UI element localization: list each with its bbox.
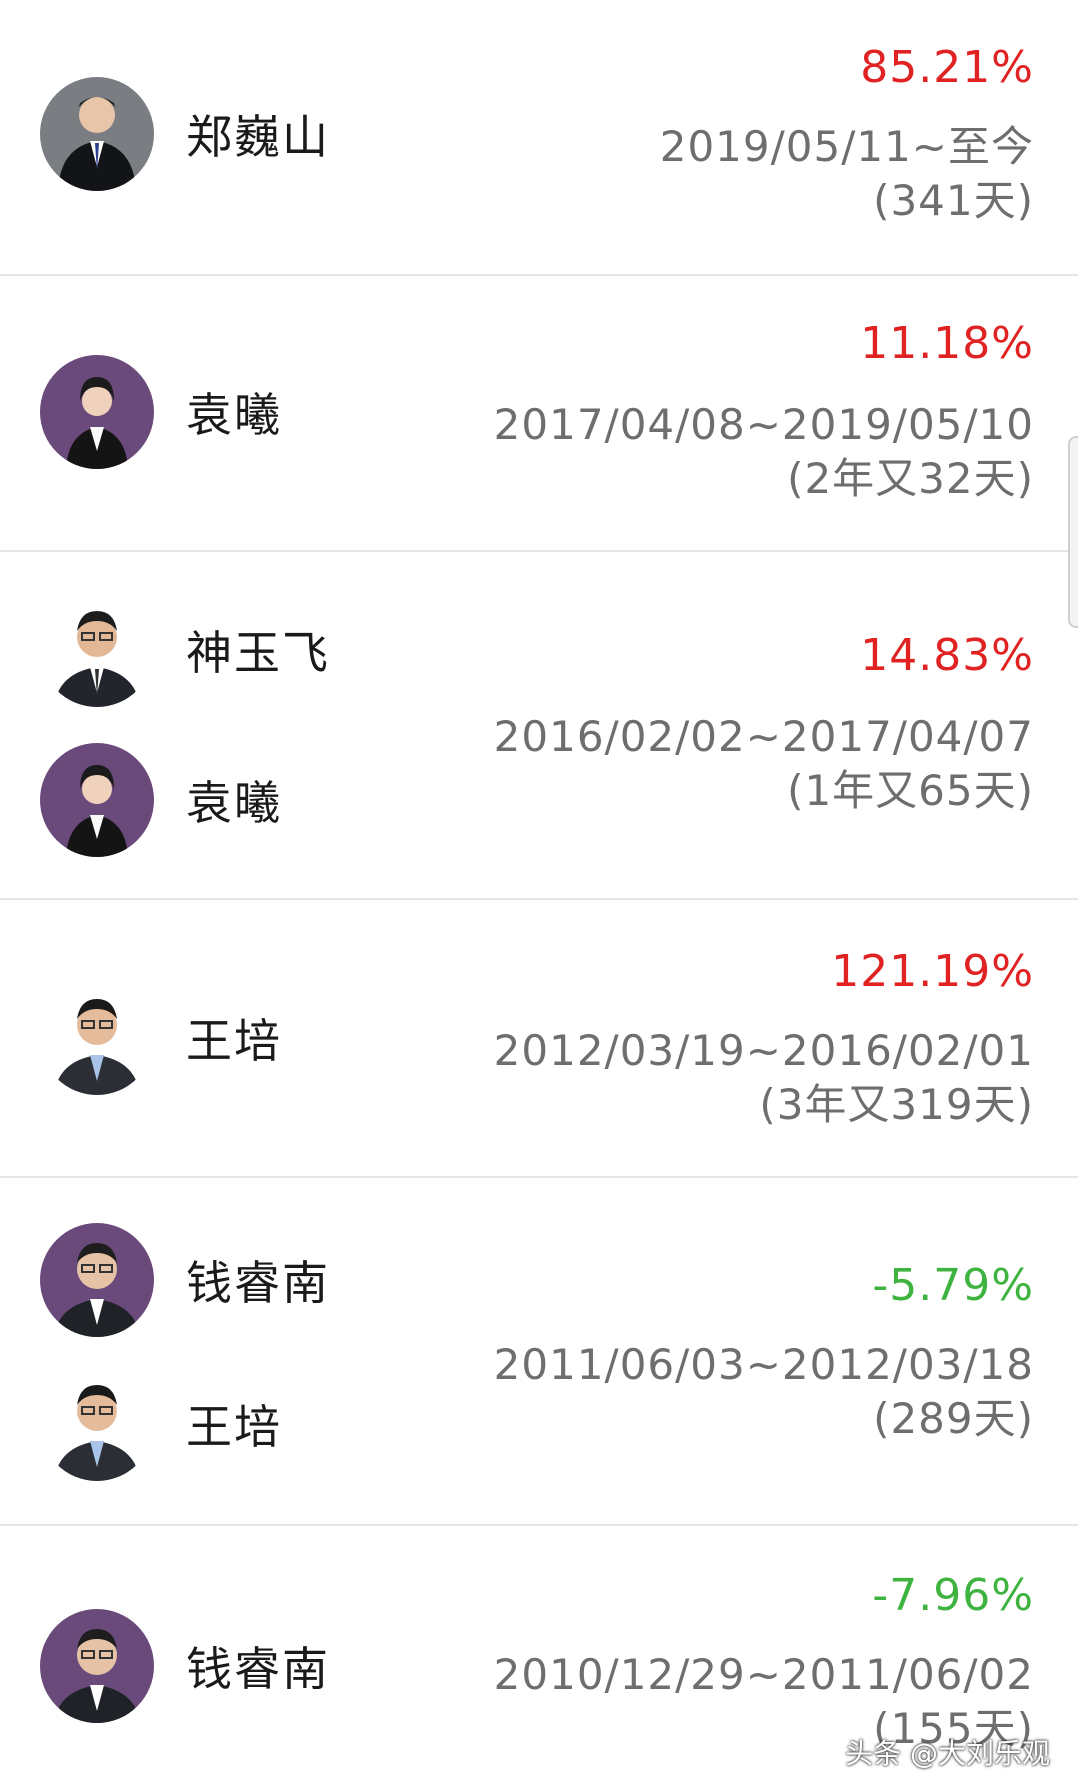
avatar bbox=[40, 355, 154, 469]
manager-entry: 王培 bbox=[40, 980, 282, 1096]
avatar bbox=[40, 1609, 154, 1723]
avatar bbox=[40, 743, 154, 857]
return-value: -5.79% bbox=[872, 1260, 1034, 1311]
manager-name: 王培 bbox=[186, 1014, 282, 1068]
avatar bbox=[40, 593, 154, 707]
duration: (341天) bbox=[873, 176, 1034, 225]
list-item[interactable]: 郑巍山 85.21% 2019/05/11~至今 (341天) bbox=[0, 0, 1078, 276]
manager-name: 钱睿南 bbox=[186, 1256, 330, 1310]
tenure-period: 2012/03/19~2016/02/01 (3年又319天) bbox=[494, 1024, 1034, 1132]
list-item[interactable]: 神玉飞 袁曦 14.83% 2016/02/02~2017/04/07 (1年又… bbox=[0, 552, 1078, 900]
return-value: 85.21% bbox=[860, 42, 1034, 93]
date-range: 2016/02/02~2017/04/07 bbox=[493, 712, 1034, 761]
manager-history-list: 郑巍山 85.21% 2019/05/11~至今 (341天) 袁曦 11.18… bbox=[0, 0, 1078, 1790]
tenure-period: 2019/05/11~至今 (341天) bbox=[660, 120, 1034, 228]
date-range: 2017/04/08~2019/05/10 bbox=[493, 400, 1034, 449]
manager-name: 王培 bbox=[186, 1400, 282, 1454]
avatar bbox=[40, 1367, 154, 1481]
return-value: 121.19% bbox=[831, 946, 1034, 997]
manager-name: 钱睿南 bbox=[186, 1642, 330, 1696]
manager-entry: 王培 bbox=[40, 1366, 282, 1482]
avatar bbox=[40, 77, 154, 191]
manager-name: 袁曦 bbox=[186, 388, 282, 442]
date-range: 2019/05/11~至今 bbox=[659, 122, 1034, 171]
duration: (1年又65天) bbox=[787, 766, 1034, 815]
list-item[interactable]: 袁曦 11.18% 2017/04/08~2019/05/10 (2年又32天) bbox=[0, 276, 1078, 552]
manager-entry: 袁曦 bbox=[40, 742, 282, 858]
duration: (2年又32天) bbox=[787, 454, 1034, 503]
return-value: 14.83% bbox=[860, 630, 1034, 681]
date-range: 2011/06/03~2012/03/18 bbox=[493, 1340, 1034, 1389]
return-value: -7.96% bbox=[872, 1570, 1034, 1621]
list-item[interactable]: 钱睿南 王培 -5.79% 2011/06/03~2012/03/18 (289… bbox=[0, 1178, 1078, 1526]
duration: (3年又319天) bbox=[759, 1080, 1034, 1129]
watermark-text: 头条 @大刘乐观 bbox=[845, 1737, 1050, 1770]
date-range: 2010/12/29~2011/06/02 bbox=[493, 1650, 1034, 1699]
return-value: 11.18% bbox=[860, 318, 1034, 369]
manager-entry: 郑巍山 bbox=[40, 76, 330, 192]
manager-name: 神玉飞 bbox=[186, 626, 330, 680]
avatar bbox=[40, 1223, 154, 1337]
manager-entry: 钱睿南 bbox=[40, 1608, 330, 1724]
date-range: 2012/03/19~2016/02/01 bbox=[493, 1026, 1034, 1075]
tenure-period: 2011/06/03~2012/03/18 (289天) bbox=[494, 1338, 1034, 1446]
scrollbar-thumb[interactable] bbox=[1068, 436, 1078, 628]
manager-entry: 神玉飞 bbox=[40, 592, 330, 708]
list-item[interactable]: 王培 121.19% 2012/03/19~2016/02/01 (3年又319… bbox=[0, 900, 1078, 1178]
avatar bbox=[40, 981, 154, 1095]
tenure-period: 2016/02/02~2017/04/07 (1年又65天) bbox=[494, 710, 1034, 818]
manager-entry: 钱睿南 bbox=[40, 1222, 330, 1338]
duration: (289天) bbox=[873, 1394, 1034, 1443]
manager-name: 郑巍山 bbox=[186, 110, 330, 164]
tenure-period: 2017/04/08~2019/05/10 (2年又32天) bbox=[494, 398, 1034, 506]
manager-entry: 袁曦 bbox=[40, 354, 282, 470]
manager-name: 袁曦 bbox=[186, 776, 282, 830]
